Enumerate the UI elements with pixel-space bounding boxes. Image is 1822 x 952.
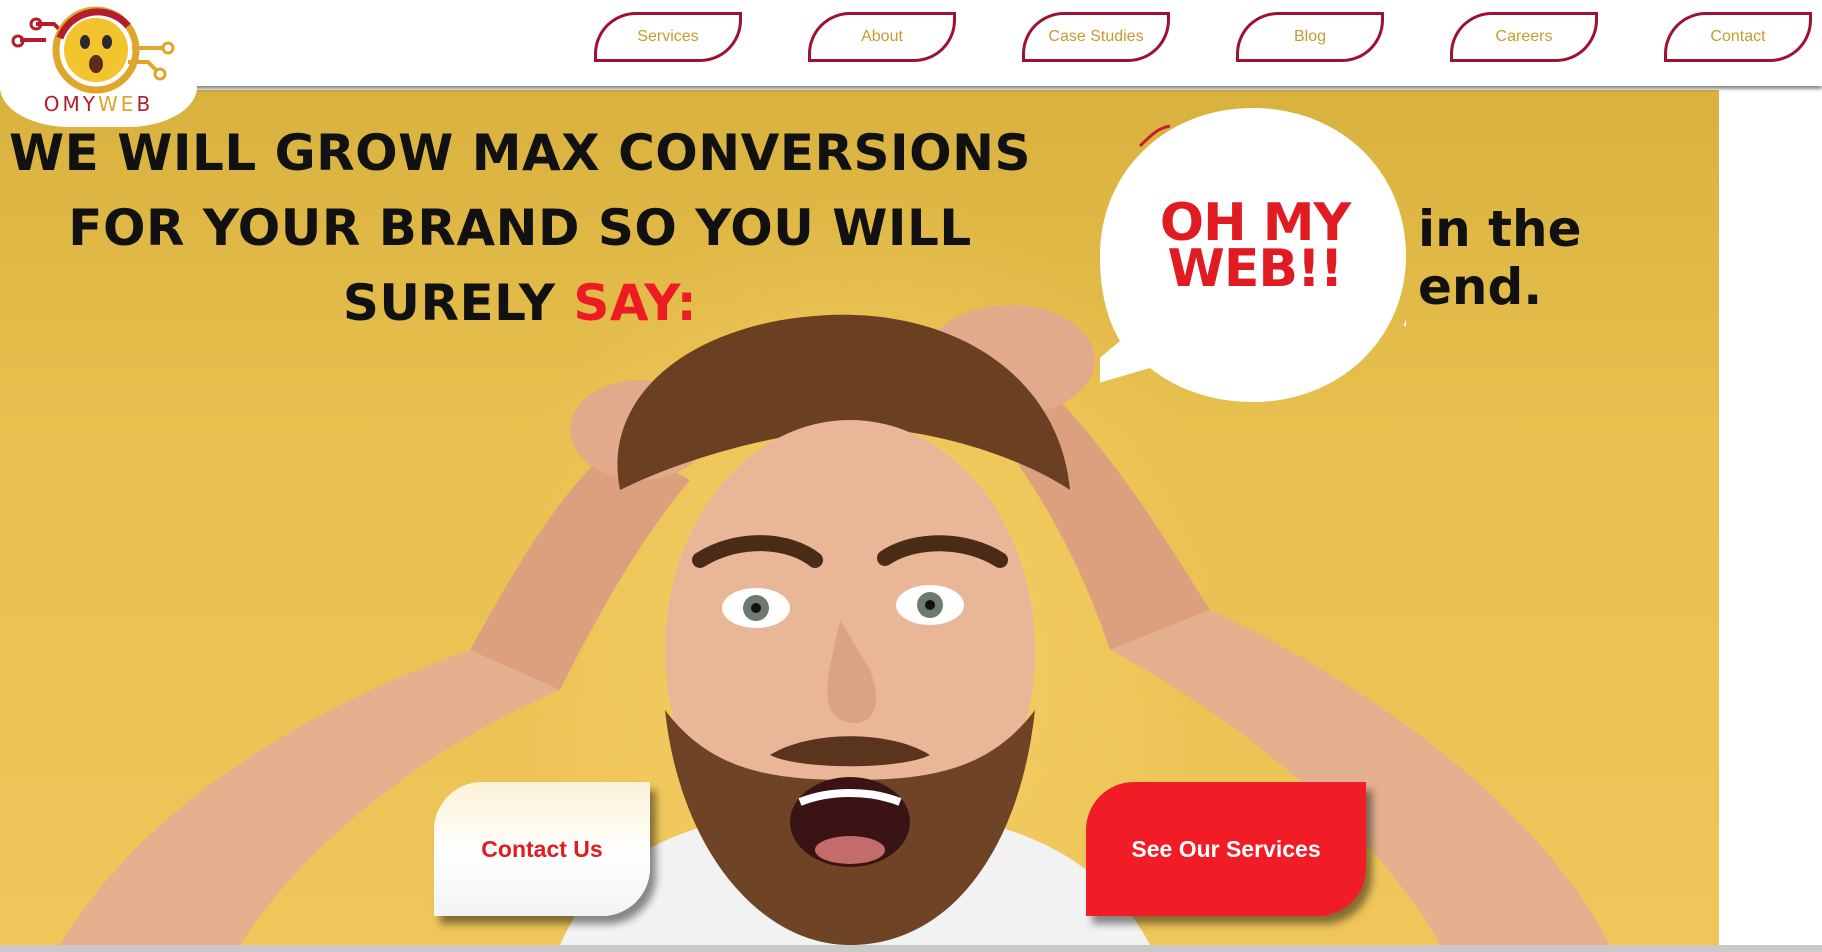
headline-line-3: SURELY SAY: <box>0 266 1040 341</box>
nav-careers[interactable]: Careers <box>1450 12 1598 62</box>
bubble-text: OH MY WEB!! <box>1140 197 1370 299</box>
headline-line-3-prefix: SURELY <box>342 274 574 332</box>
headline-line-2: FOR YOUR BRAND SO YOU WILL <box>68 199 972 257</box>
hero-headline: WE WILL GROW MAX CONVERSIONS FOR YOUR BR… <box>0 116 1040 341</box>
surprised-face-logo-icon <box>11 6 175 94</box>
see-our-services-button[interactable]: See Our Services <box>1086 782 1366 916</box>
nav-about[interactable]: About <box>808 12 956 62</box>
nav-contact[interactable]: Contact <box>1664 12 1812 62</box>
site-header: Services About Case Studies Blog Careers… <box>0 0 1822 86</box>
nav-services[interactable]: Services <box>594 12 742 62</box>
hero-section: WE WILL GROW MAX CONVERSIONS FOR YOUR BR… <box>0 90 1719 945</box>
site-logo[interactable]: OMYWEB <box>0 0 197 127</box>
horizontal-scrollbar[interactable] <box>0 945 1822 952</box>
contact-us-button[interactable]: Contact Us <box>434 782 650 916</box>
right-gutter <box>1719 90 1822 945</box>
headline-highlight: SAY: <box>573 274 698 332</box>
logo-wordmark: OMYWEB <box>43 92 154 116</box>
nav-blog[interactable]: Blog <box>1236 12 1384 62</box>
headline-line-1: WE WILL GROW MAX CONVERSIONS <box>9 124 1031 182</box>
nav-case-studies[interactable]: Case Studies <box>1022 12 1170 62</box>
hero-tagline: in the end. <box>1418 200 1582 316</box>
bubble-line-2: WEB!! <box>1167 239 1344 299</box>
